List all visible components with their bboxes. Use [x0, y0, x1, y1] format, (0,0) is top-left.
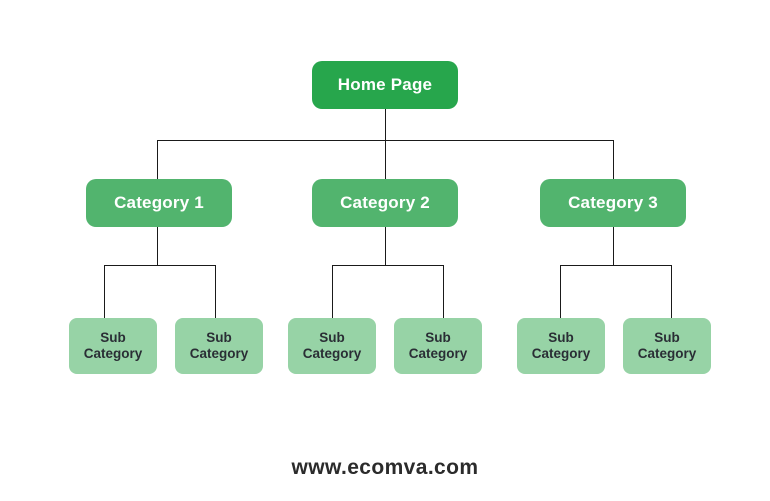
node-sub-category-3a-label: Sub Category [531, 330, 591, 361]
connector-category-3-stem [613, 227, 614, 265]
node-sub-category-1a[interactable]: Sub Category [69, 318, 157, 374]
connector-category-3-bus [560, 265, 671, 266]
connector-drop-category-1 [157, 140, 158, 179]
node-home-page-label: Home Page [337, 75, 433, 95]
connector-root-stem [385, 109, 386, 140]
connector-category-2-bus [332, 265, 443, 266]
node-sub-category-1b[interactable]: Sub Category [175, 318, 263, 374]
footer-website-url: www.ecomva.com [291, 456, 479, 479]
connector-drop-sub-2a [332, 265, 333, 318]
sitemap-diagram: Home Page Category 1 Category 2 Category… [0, 0, 770, 501]
connector-drop-sub-2b [443, 265, 444, 318]
connector-category-1-bus [104, 265, 215, 266]
connector-category-1-stem [157, 227, 158, 265]
node-sub-category-3b[interactable]: Sub Category [623, 318, 711, 374]
connector-drop-sub-3a [560, 265, 561, 318]
node-category-1-label: Category 1 [114, 193, 204, 213]
node-category-2[interactable]: Category 2 [312, 179, 458, 227]
connector-drop-sub-3b [671, 265, 672, 318]
node-sub-category-2a-label: Sub Category [302, 330, 362, 361]
connector-drop-category-3 [613, 140, 614, 179]
node-category-2-label: Category 2 [340, 193, 430, 213]
connector-drop-category-2 [385, 140, 386, 179]
node-category-1[interactable]: Category 1 [86, 179, 232, 227]
connector-category-2-stem [385, 227, 386, 265]
connector-drop-sub-1a [104, 265, 105, 318]
node-category-3-label: Category 3 [568, 193, 658, 213]
connector-drop-sub-1b [215, 265, 216, 318]
node-sub-category-1b-label: Sub Category [189, 330, 249, 361]
node-home-page[interactable]: Home Page [312, 61, 458, 109]
node-sub-category-3a[interactable]: Sub Category [517, 318, 605, 374]
node-sub-category-2b[interactable]: Sub Category [394, 318, 482, 374]
node-sub-category-2a[interactable]: Sub Category [288, 318, 376, 374]
node-category-3[interactable]: Category 3 [540, 179, 686, 227]
node-sub-category-1a-label: Sub Category [83, 330, 143, 361]
node-sub-category-2b-label: Sub Category [408, 330, 468, 361]
node-sub-category-3b-label: Sub Category [637, 330, 697, 361]
